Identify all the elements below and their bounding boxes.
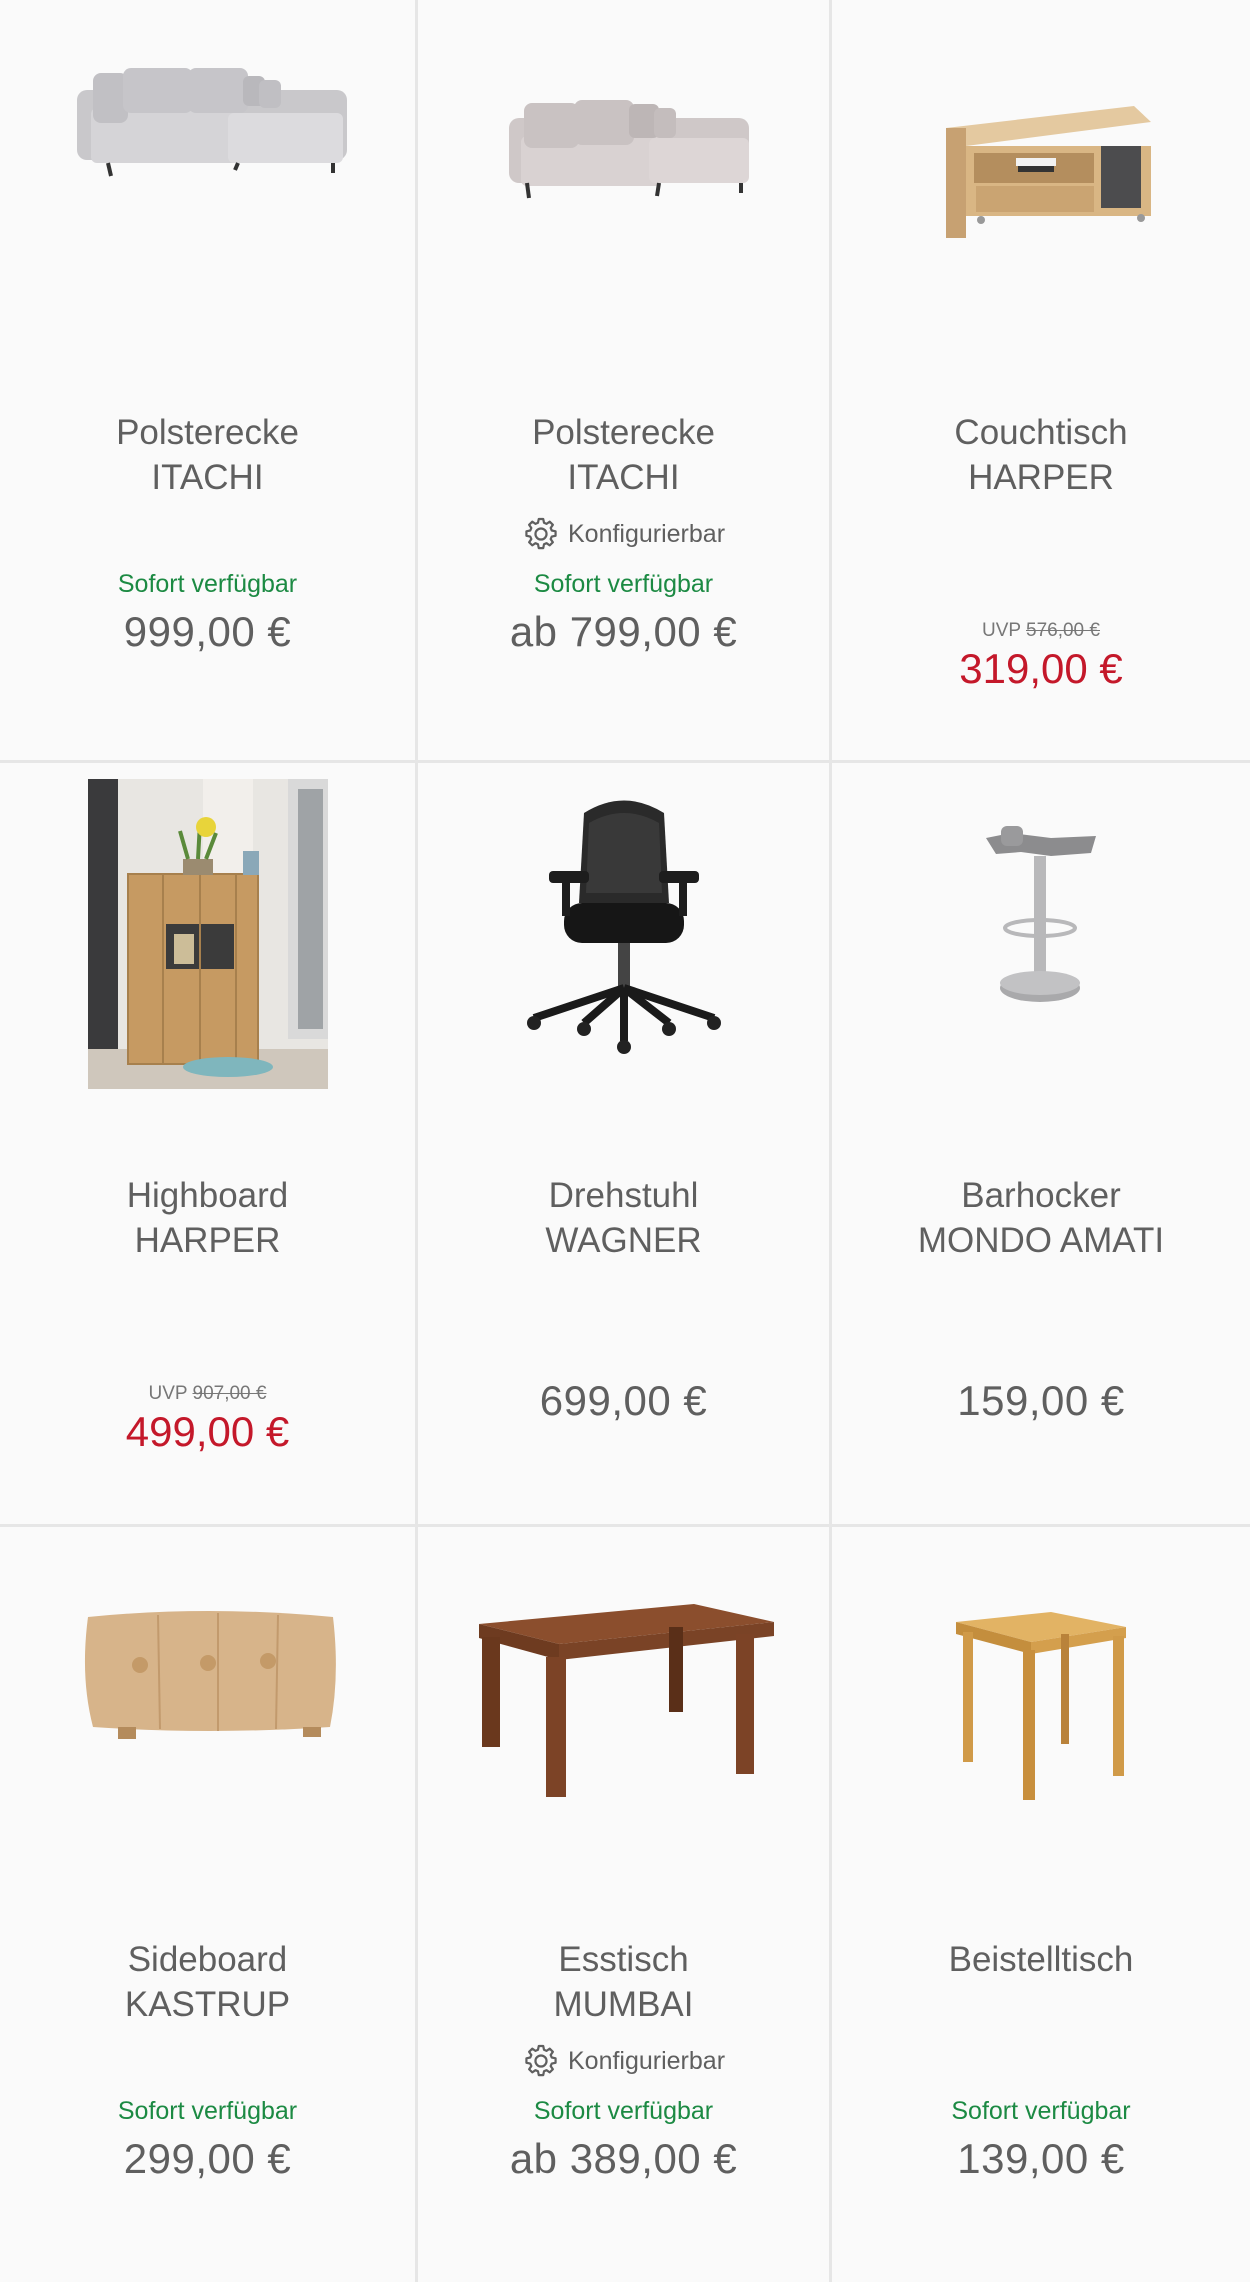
side-table-image xyxy=(956,1612,1126,1800)
product-name-line1[interactable]: Sideboard xyxy=(10,1937,405,1982)
availability-label: Sofort verfügbar xyxy=(533,570,714,598)
sale-price: 319,00 € xyxy=(959,645,1123,692)
product-card[interactable]: Highboard HARPER UVP 907,00 € 499,00 € xyxy=(0,763,418,1527)
product-image[interactable] xyxy=(0,1587,415,1927)
product-name-line2[interactable]: MUMBAI xyxy=(428,1982,819,2027)
product-name-line1[interactable]: Drehstuhl xyxy=(428,1173,819,1218)
availability-label: Sofort verfügbar xyxy=(117,2097,298,2125)
product-name-line2[interactable]: MONDO AMATI xyxy=(842,1218,1240,1263)
highboard-image xyxy=(87,779,328,1089)
product-card[interactable]: Drehstuhl WAGNER 699,00 € xyxy=(418,763,832,1527)
gear-icon xyxy=(525,2044,557,2077)
uvp-original-price: 907,00 € xyxy=(192,1383,267,1404)
product-name-line2[interactable]: ITACHI xyxy=(10,455,405,500)
product-name[interactable]: Couchtisch HARPER xyxy=(842,410,1240,500)
product-image[interactable] xyxy=(832,18,1250,358)
availability-label: Sofort verfügbar xyxy=(117,570,298,598)
product-grid: Polsterecke ITACHI Sofort verfügbar 999,… xyxy=(0,0,1250,2282)
corner-sofa-image xyxy=(508,100,749,199)
product-card[interactable]: Polsterecke ITACHI Konfigurierbar Sofort… xyxy=(418,0,832,763)
uvp-label: UVP xyxy=(148,1383,188,1404)
gear-icon xyxy=(525,517,557,550)
coffee-table-image xyxy=(946,106,1151,238)
product-name-line1[interactable]: Polsterecke xyxy=(10,410,405,455)
product-name[interactable]: Esstisch MUMBAI xyxy=(428,1937,819,2027)
product-price: 299,00 € xyxy=(123,2135,292,2182)
product-name[interactable]: Sideboard KASTRUP xyxy=(10,1937,405,2027)
product-image[interactable] xyxy=(418,1582,829,1922)
product-card[interactable]: Sideboard KASTRUP Sofort verfügbar 299,0… xyxy=(0,1527,418,2282)
product-price: 159,00 € xyxy=(957,1377,1125,1424)
product-price: 999,00 € xyxy=(123,608,292,655)
configurable-badge: Konfigurierbar xyxy=(418,515,829,553)
product-name[interactable]: Highboard HARPER xyxy=(10,1173,405,1263)
uvp-price: UVP 576,00 € xyxy=(832,620,1250,642)
office-chair-image xyxy=(526,800,721,1054)
product-image[interactable] xyxy=(0,18,415,358)
product-name[interactable]: Polsterecke ITACHI xyxy=(428,410,819,500)
product-image[interactable] xyxy=(418,793,829,1133)
product-price: ab 389,00 € xyxy=(509,2135,738,2182)
product-name[interactable]: Beistelltisch xyxy=(842,1937,1240,1982)
product-name[interactable]: Barhocker MONDO AMATI xyxy=(842,1173,1240,1263)
bar-stool-image xyxy=(986,826,1096,1002)
product-card[interactable]: Beistelltisch Sofort verfügbar 139,00 € xyxy=(832,1527,1250,2282)
product-name-line2[interactable]: KASTRUP xyxy=(10,1982,405,2027)
product-price: ab 799,00 € xyxy=(509,608,738,655)
product-name-line2[interactable]: WAGNER xyxy=(428,1218,819,1263)
product-card[interactable]: Couchtisch HARPER UVP 576,00 € 319,00 € xyxy=(832,0,1250,763)
uvp-price: UVP 907,00 € xyxy=(0,1383,415,1405)
product-name-line1[interactable]: Highboard xyxy=(10,1173,405,1218)
product-name-line1[interactable]: Esstisch xyxy=(428,1937,819,1982)
sale-price: 499,00 € xyxy=(125,1408,290,1455)
product-image[interactable] xyxy=(418,18,829,358)
product-card[interactable]: Polsterecke ITACHI Sofort verfügbar 999,… xyxy=(0,0,418,763)
product-name[interactable]: Polsterecke ITACHI xyxy=(10,410,405,500)
product-image[interactable] xyxy=(0,779,415,1119)
product-image[interactable] xyxy=(832,1582,1250,1922)
availability-label: Sofort verfügbar xyxy=(951,2097,1131,2125)
product-card[interactable]: Barhocker MONDO AMATI 159,00 € xyxy=(832,763,1250,1527)
product-name[interactable]: Drehstuhl WAGNER xyxy=(428,1173,819,1263)
product-card[interactable]: Esstisch MUMBAI Konfigurierbar Sofort ve… xyxy=(418,1527,832,2282)
product-name-line2[interactable]: HARPER xyxy=(842,455,1240,500)
uvp-label: UVP xyxy=(982,620,1021,641)
product-name-line2[interactable]: ITACHI xyxy=(428,455,819,500)
product-price: 139,00 € xyxy=(957,2135,1125,2182)
product-image[interactable] xyxy=(832,808,1250,1148)
product-name-line1[interactable]: Beistelltisch xyxy=(842,1937,1240,1982)
corner-sofa-image xyxy=(76,68,347,177)
product-name-line1[interactable]: Barhocker xyxy=(842,1173,1240,1218)
product-price: 699,00 € xyxy=(539,1377,708,1424)
sideboard-image xyxy=(84,1611,336,1739)
product-name-line1[interactable]: Couchtisch xyxy=(842,410,1240,455)
configurable-badge: Konfigurierbar xyxy=(418,2042,829,2080)
uvp-original-price: 576,00 € xyxy=(1026,620,1100,641)
product-name-line2[interactable]: HARPER xyxy=(10,1218,405,1263)
availability-label: Sofort verfügbar xyxy=(533,2097,714,2125)
dining-table-image xyxy=(478,1604,774,1797)
configurable-label: Konfigurierbar xyxy=(567,2046,726,2075)
configurable-label: Konfigurierbar xyxy=(567,519,726,548)
product-name-line1[interactable]: Polsterecke xyxy=(428,410,819,455)
